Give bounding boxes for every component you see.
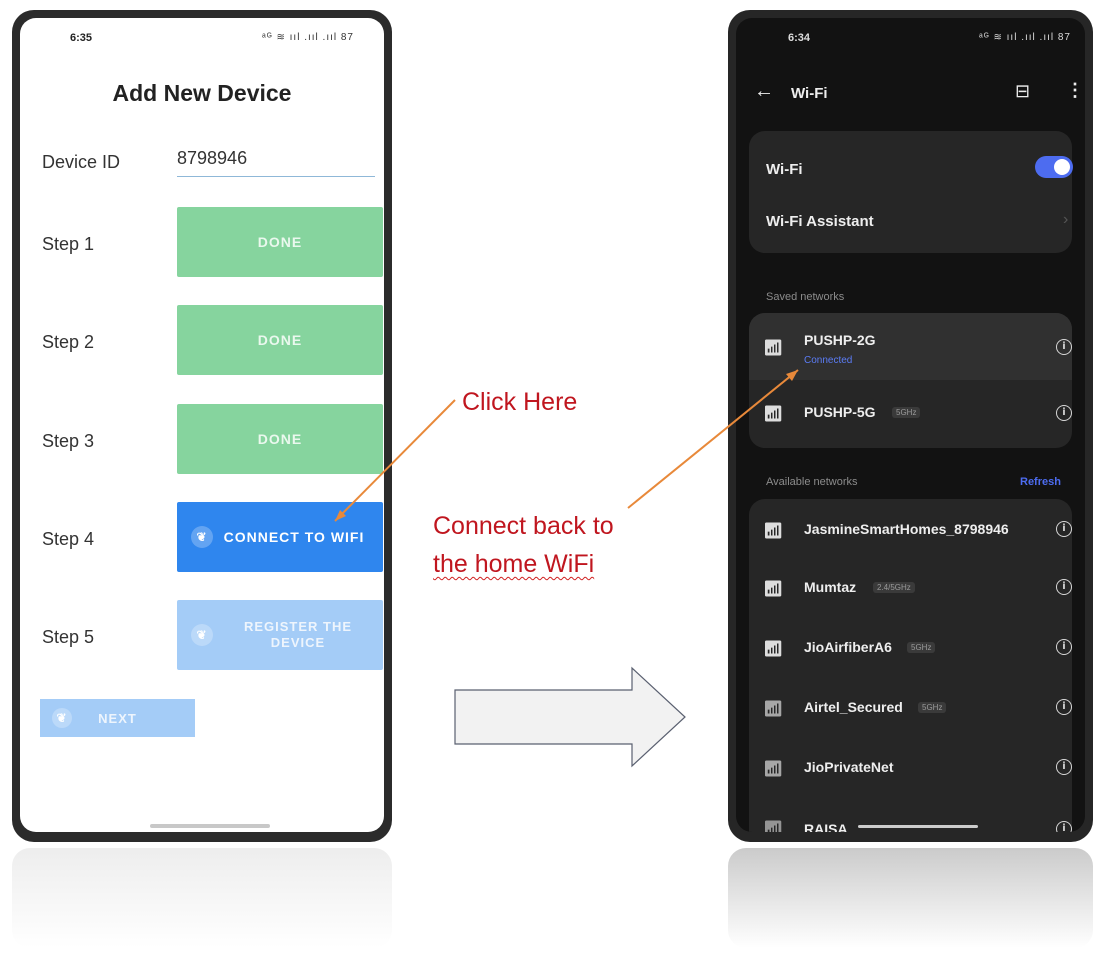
big-right-arrow [454,666,686,768]
arrow-line-click-here [334,399,456,522]
annotation-overlay [334,369,799,768]
arrow-line-connect-back [627,369,799,509]
